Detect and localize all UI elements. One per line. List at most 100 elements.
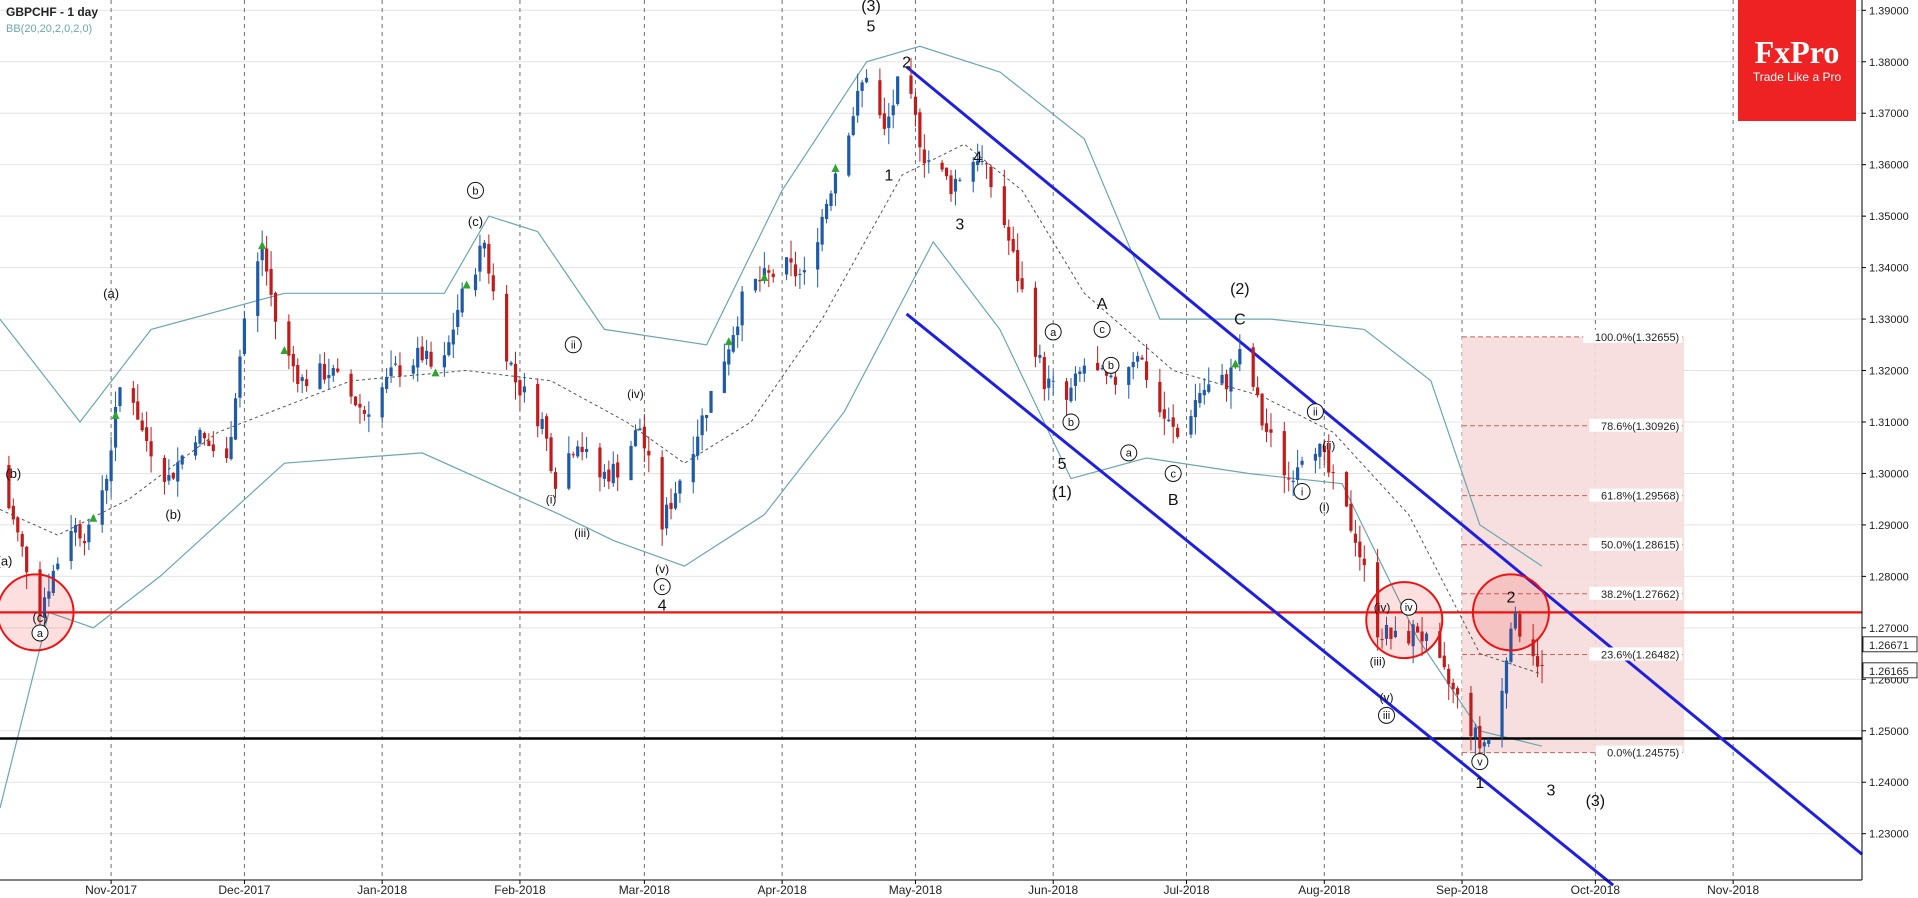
bull-candle — [69, 530, 73, 562]
wave-label: a — [1050, 327, 1057, 339]
bull-candle — [1291, 480, 1295, 483]
bull-candle — [816, 242, 820, 270]
bear-candle — [296, 364, 300, 384]
price-chart[interactable]: (b) (a) (c) a (a) (b) (c) b ii (i) (iii) (iv) (v) c 4 (… — [0, 0, 1918, 898]
bear-candle — [647, 450, 651, 456]
bull-candle — [1051, 380, 1055, 382]
bull-candle — [1318, 443, 1322, 457]
bull-candle — [1300, 460, 1304, 465]
time-tick-label: Apr-2018 — [757, 883, 807, 897]
bull-candle — [229, 436, 233, 460]
bull-candle — [722, 361, 726, 393]
fxpro-logo: FxPro Trade Like a Pro — [1738, 0, 1856, 121]
wave-label: (b) — [5, 466, 21, 481]
bear-candle — [913, 96, 918, 115]
bear-candle — [207, 440, 211, 447]
bull-candle — [784, 257, 789, 275]
bull-candle — [242, 318, 247, 354]
bear-candle — [16, 517, 20, 533]
bull-candle — [540, 418, 544, 429]
bull-candle — [389, 367, 393, 377]
bear-candle — [513, 363, 518, 383]
bull-candle — [864, 77, 869, 83]
bid-price-tag: 1.26165 — [1869, 666, 1909, 678]
wave-label: 1 — [1475, 775, 1484, 792]
wave-label: iii — [1383, 710, 1390, 722]
time-tick-label: Feb-2018 — [494, 883, 546, 897]
wave-label: (3) — [1586, 793, 1606, 810]
bear-candle — [145, 427, 149, 442]
bull-candle — [1220, 374, 1224, 384]
bear-candle — [984, 163, 989, 165]
bull-candle — [1202, 389, 1206, 396]
bear-candle — [287, 321, 291, 356]
bull-candle — [731, 335, 735, 352]
bear-candle — [305, 379, 309, 387]
bear-candle — [771, 273, 775, 278]
bear-candle — [269, 268, 273, 295]
bear-candle — [1353, 533, 1357, 543]
wave-label: b — [1108, 360, 1114, 372]
chart-title: GBPCHF - 1 day — [6, 5, 98, 19]
bull-candle — [802, 270, 806, 273]
bear-candle — [358, 403, 362, 408]
price-tick-label: 1.27000 — [1869, 623, 1909, 635]
bull-candle — [256, 261, 260, 316]
bull-candle — [442, 355, 446, 368]
highlight-circle — [1471, 573, 1550, 652]
bull-candle — [891, 105, 895, 116]
wave-label: b — [472, 185, 478, 197]
bull-candle — [673, 493, 678, 509]
bull-candle — [611, 463, 615, 484]
bull-candle — [638, 428, 642, 431]
price-tick-label: 1.30000 — [1869, 468, 1909, 480]
wave-label: 4 — [658, 597, 667, 614]
wave-label: (a) — [0, 553, 12, 568]
bull-candle — [1109, 375, 1113, 378]
bull-candle — [709, 390, 713, 413]
bear-candle — [616, 462, 620, 478]
bull-candle — [198, 429, 202, 444]
bear-candle — [362, 410, 367, 414]
fib-level-label: 38.2%(1.27662) — [1601, 589, 1679, 601]
bear-candle — [491, 275, 495, 292]
bull-candle — [260, 247, 264, 261]
bull-candle — [576, 446, 580, 457]
bear-candle — [1158, 381, 1162, 413]
bull-candle — [1313, 453, 1317, 461]
wave-label: 2 — [1506, 590, 1515, 607]
bull-candle — [1193, 400, 1198, 418]
bear-candle — [336, 368, 340, 372]
bull-candle — [509, 362, 513, 365]
bear-candle — [211, 444, 215, 452]
bull-candle — [678, 480, 682, 494]
bear-candle — [1327, 449, 1331, 473]
wave-label: (ii) — [1322, 438, 1335, 452]
bear-candle — [1269, 429, 1273, 433]
wave-label: a — [37, 628, 44, 640]
bear-candle — [1442, 655, 1446, 668]
wave-label: B — [1168, 492, 1179, 509]
bear-candle — [1478, 725, 1482, 749]
price-tick-label: 1.28000 — [1869, 571, 1909, 583]
bear-candle — [1171, 417, 1175, 427]
bull-candle — [100, 490, 104, 525]
time-tick-label: Oct-2018 — [1571, 883, 1621, 897]
price-tick-label: 1.36000 — [1869, 160, 1909, 172]
time-tick-label: Nov-2017 — [85, 883, 137, 897]
wave-label: (b) — [165, 507, 181, 522]
bull-candle — [633, 430, 638, 447]
bull-candle — [478, 245, 482, 272]
bull-candle — [482, 242, 486, 249]
price-tick-label: 1.34000 — [1869, 263, 1909, 275]
bull-candle — [1504, 660, 1509, 694]
bear-candle — [882, 113, 886, 129]
bear-candle — [1176, 427, 1180, 437]
bull-candle — [833, 173, 838, 194]
bear-candle — [518, 380, 522, 396]
fib-level-label: 23.6%(1.26482) — [1601, 649, 1679, 661]
bear-candle — [1451, 682, 1455, 690]
bear-candle — [273, 292, 278, 322]
bull-candle — [1296, 467, 1300, 480]
bull-candle — [380, 387, 384, 418]
